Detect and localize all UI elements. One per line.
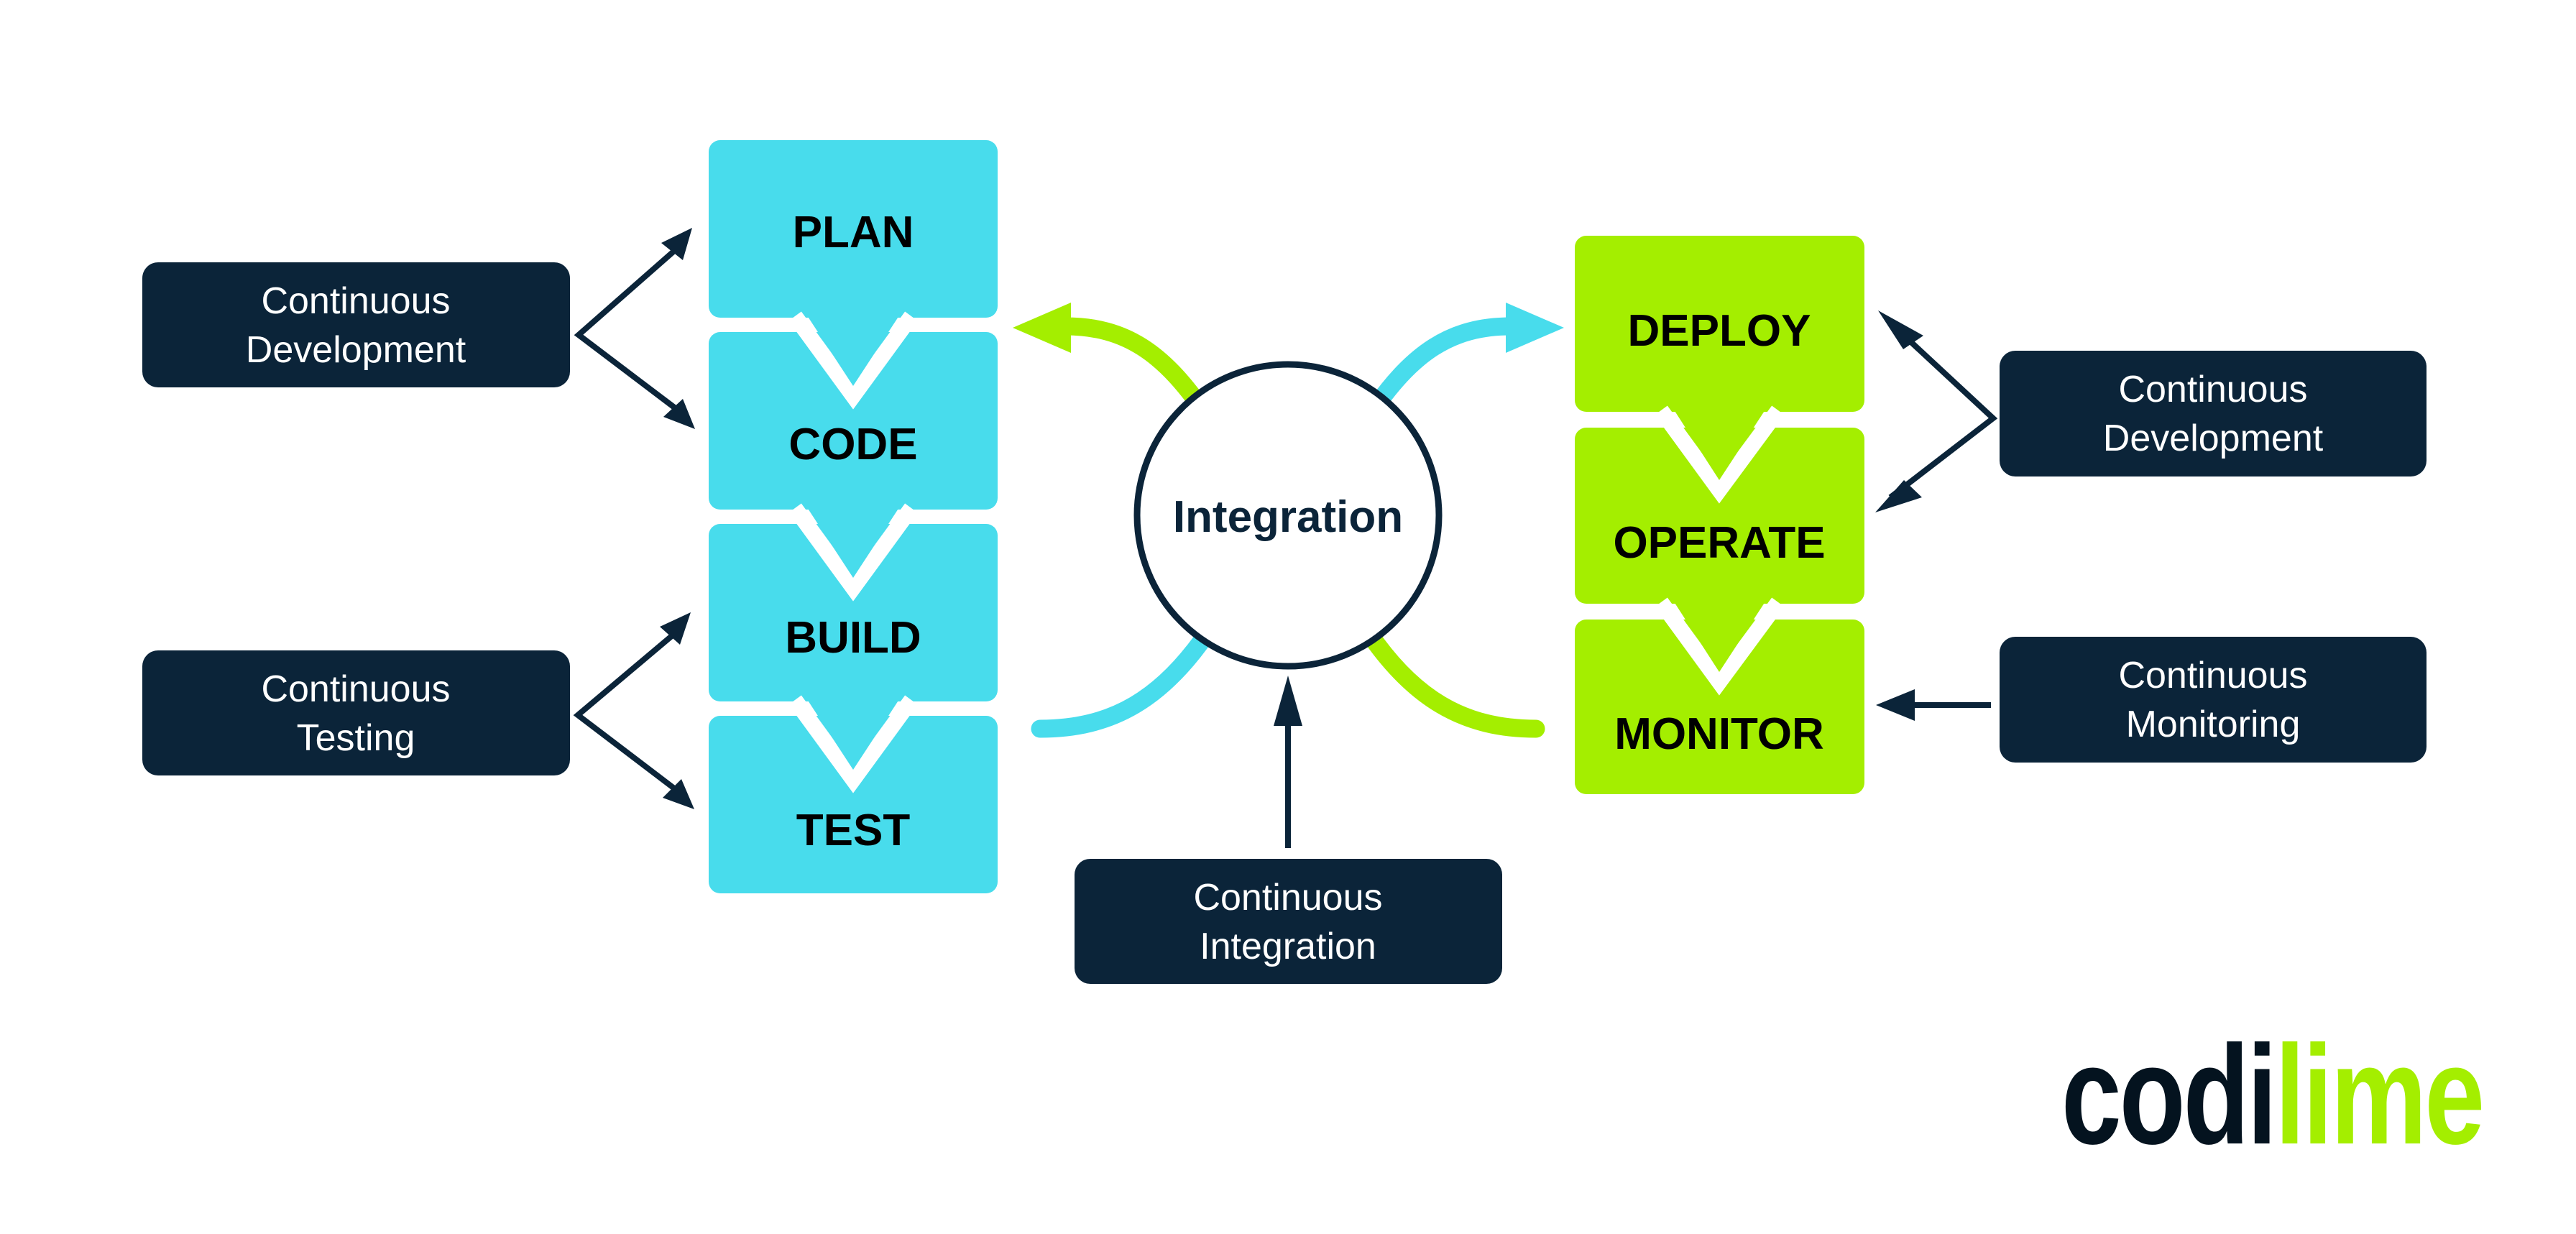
flow-arrow-monitor-to-hub	[1352, 612, 1545, 738]
stage-label-operate: OPERATE	[1613, 518, 1825, 568]
arrowhead-to-operate	[1875, 480, 1922, 512]
label-line-2: Monitoring	[2126, 704, 2301, 745]
connector-line	[573, 627, 682, 796]
stage-label-build: BUILD	[785, 613, 921, 663]
label-line-1: Continuous	[261, 668, 450, 710]
flow-arrow-test-to-hub	[1031, 612, 1224, 738]
label-line-2: Testing	[297, 717, 415, 759]
connector-right-monitoring	[1876, 689, 1991, 721]
devops-diagram: Integration PLAN CODE BUILD TEST DEPLOY …	[142, 140, 2485, 1174]
arrowhead-to-hub	[1274, 676, 1302, 726]
hub-label: Integration	[1173, 492, 1403, 542]
practice-right-monitoring: Continuous Monitoring	[2000, 637, 2426, 763]
stage-label-code: CODE	[788, 420, 917, 469]
arrowhead-to-monitor	[1876, 689, 1915, 721]
connector-left-development	[574, 228, 695, 429]
label-line-2: Development	[2103, 418, 2324, 459]
stage-label-monitor: MONITOR	[1614, 709, 1824, 759]
connector-right-development	[1875, 310, 1998, 512]
practice-left-development: Continuous Development	[142, 262, 570, 387]
label-line-1: Continuous	[2118, 369, 2307, 410]
practice-left-testing: Continuous Testing	[142, 650, 570, 775]
label-line-1: Continuous	[1193, 877, 1382, 918]
connector-integration	[1274, 676, 1302, 848]
connector-line	[574, 244, 681, 414]
dev-stages-column: PLAN CODE BUILD TEST	[709, 140, 998, 893]
stage-label-deploy: DEPLOY	[1628, 306, 1811, 356]
connector-line	[1888, 323, 1998, 500]
label-line-2: Development	[246, 329, 466, 371]
logo-text: codilime	[2061, 1017, 2483, 1174]
label-line-1: Continuous	[261, 280, 450, 322]
codilime-logo: codilime	[2061, 1017, 2485, 1174]
ops-stages-column: DEPLOY OPERATE MONITOR	[1575, 236, 1864, 794]
logo-part-codi: codi	[2061, 1017, 2275, 1174]
connector-left-testing	[573, 612, 694, 809]
flow-arrowhead-to-plan	[1013, 303, 1071, 353]
flow-arrowhead-to-deploy	[1506, 303, 1564, 353]
practice-integration: Continuous Integration	[1075, 859, 1502, 984]
stage-label-test: TEST	[796, 806, 911, 855]
logo-part-lime: lime	[2275, 1017, 2483, 1174]
practice-right-development: Continuous Development	[2000, 351, 2426, 476]
stage-label-plan: PLAN	[793, 208, 914, 257]
label-line-1: Continuous	[2118, 655, 2307, 696]
integration-hub: Integration	[1133, 361, 1443, 670]
label-line-2: Integration	[1200, 926, 1376, 967]
